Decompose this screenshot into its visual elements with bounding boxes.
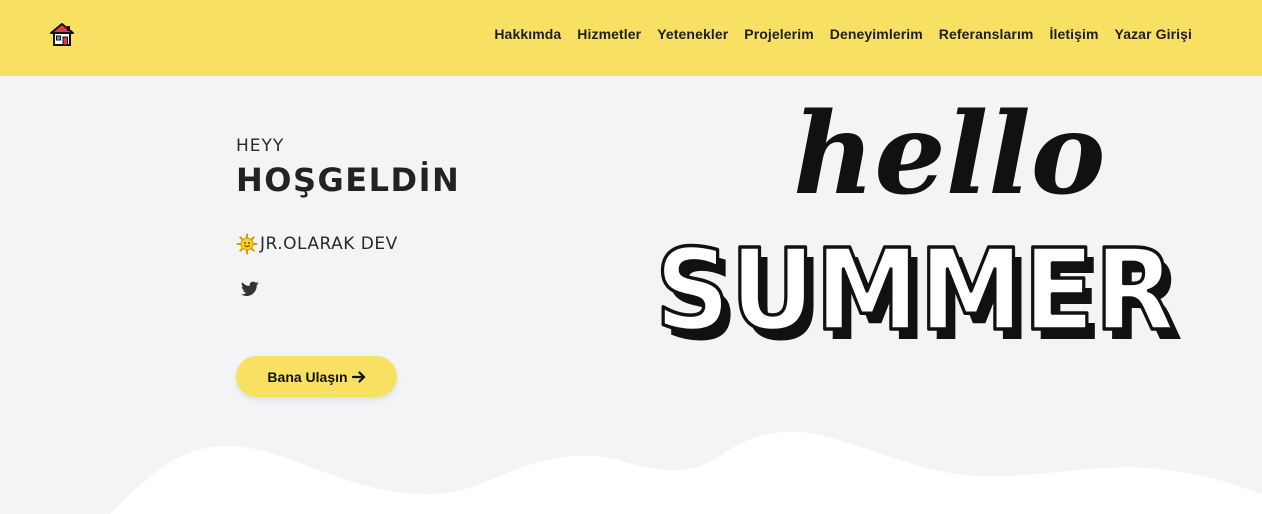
summer-art-text: SUMMER xyxy=(655,226,1175,356)
home-icon xyxy=(50,23,74,46)
hello-summer-illustration: hello SUMMER SUMMER xyxy=(653,89,1183,365)
arrow-right-icon xyxy=(351,370,365,383)
sun-icon xyxy=(236,233,258,255)
nav-item-yazar-girisi[interactable]: Yazar Girişi xyxy=(1115,26,1192,42)
nav-menu: Hakkımda Hizmetler Yetenekler Projelerim… xyxy=(494,26,1192,42)
hero-text: HEYY HOŞGELDİN JR.OLARAK DEV xyxy=(236,136,596,301)
social-links xyxy=(240,281,596,301)
contact-cta-button[interactable]: Bana Ulaşın xyxy=(236,356,397,397)
nav-item-deneyimlerim[interactable]: Deneyimlerim xyxy=(830,26,923,42)
twitter-link[interactable] xyxy=(240,281,261,299)
nav-item-iletisim[interactable]: İletişim xyxy=(1049,26,1098,42)
greeting-title: HOŞGELDİN xyxy=(236,161,461,199)
nav-item-hakkimda[interactable]: Hakkımda xyxy=(494,26,561,42)
twitter-icon xyxy=(240,281,259,296)
nav-item-hizmetler[interactable]: Hizmetler xyxy=(577,26,641,42)
cta-label: Bana Ulaşın xyxy=(267,368,348,385)
role-line: JR.OLARAK DEV xyxy=(236,233,596,255)
nav-item-referanslarim[interactable]: Referanslarım xyxy=(939,26,1034,42)
navbar: Hakkımda Hizmetler Yetenekler Projelerim… xyxy=(0,0,1262,76)
nav-item-projelerim[interactable]: Projelerim xyxy=(744,26,813,42)
nav-item-yetenekler[interactable]: Yetenekler xyxy=(657,26,728,42)
bottom-wave xyxy=(110,431,1262,514)
greeting-small: HEYY xyxy=(236,136,285,156)
role-text: JR.OLARAK DEV xyxy=(260,234,398,254)
hello-art-text: hello xyxy=(793,89,1105,220)
home-link[interactable] xyxy=(46,20,78,50)
